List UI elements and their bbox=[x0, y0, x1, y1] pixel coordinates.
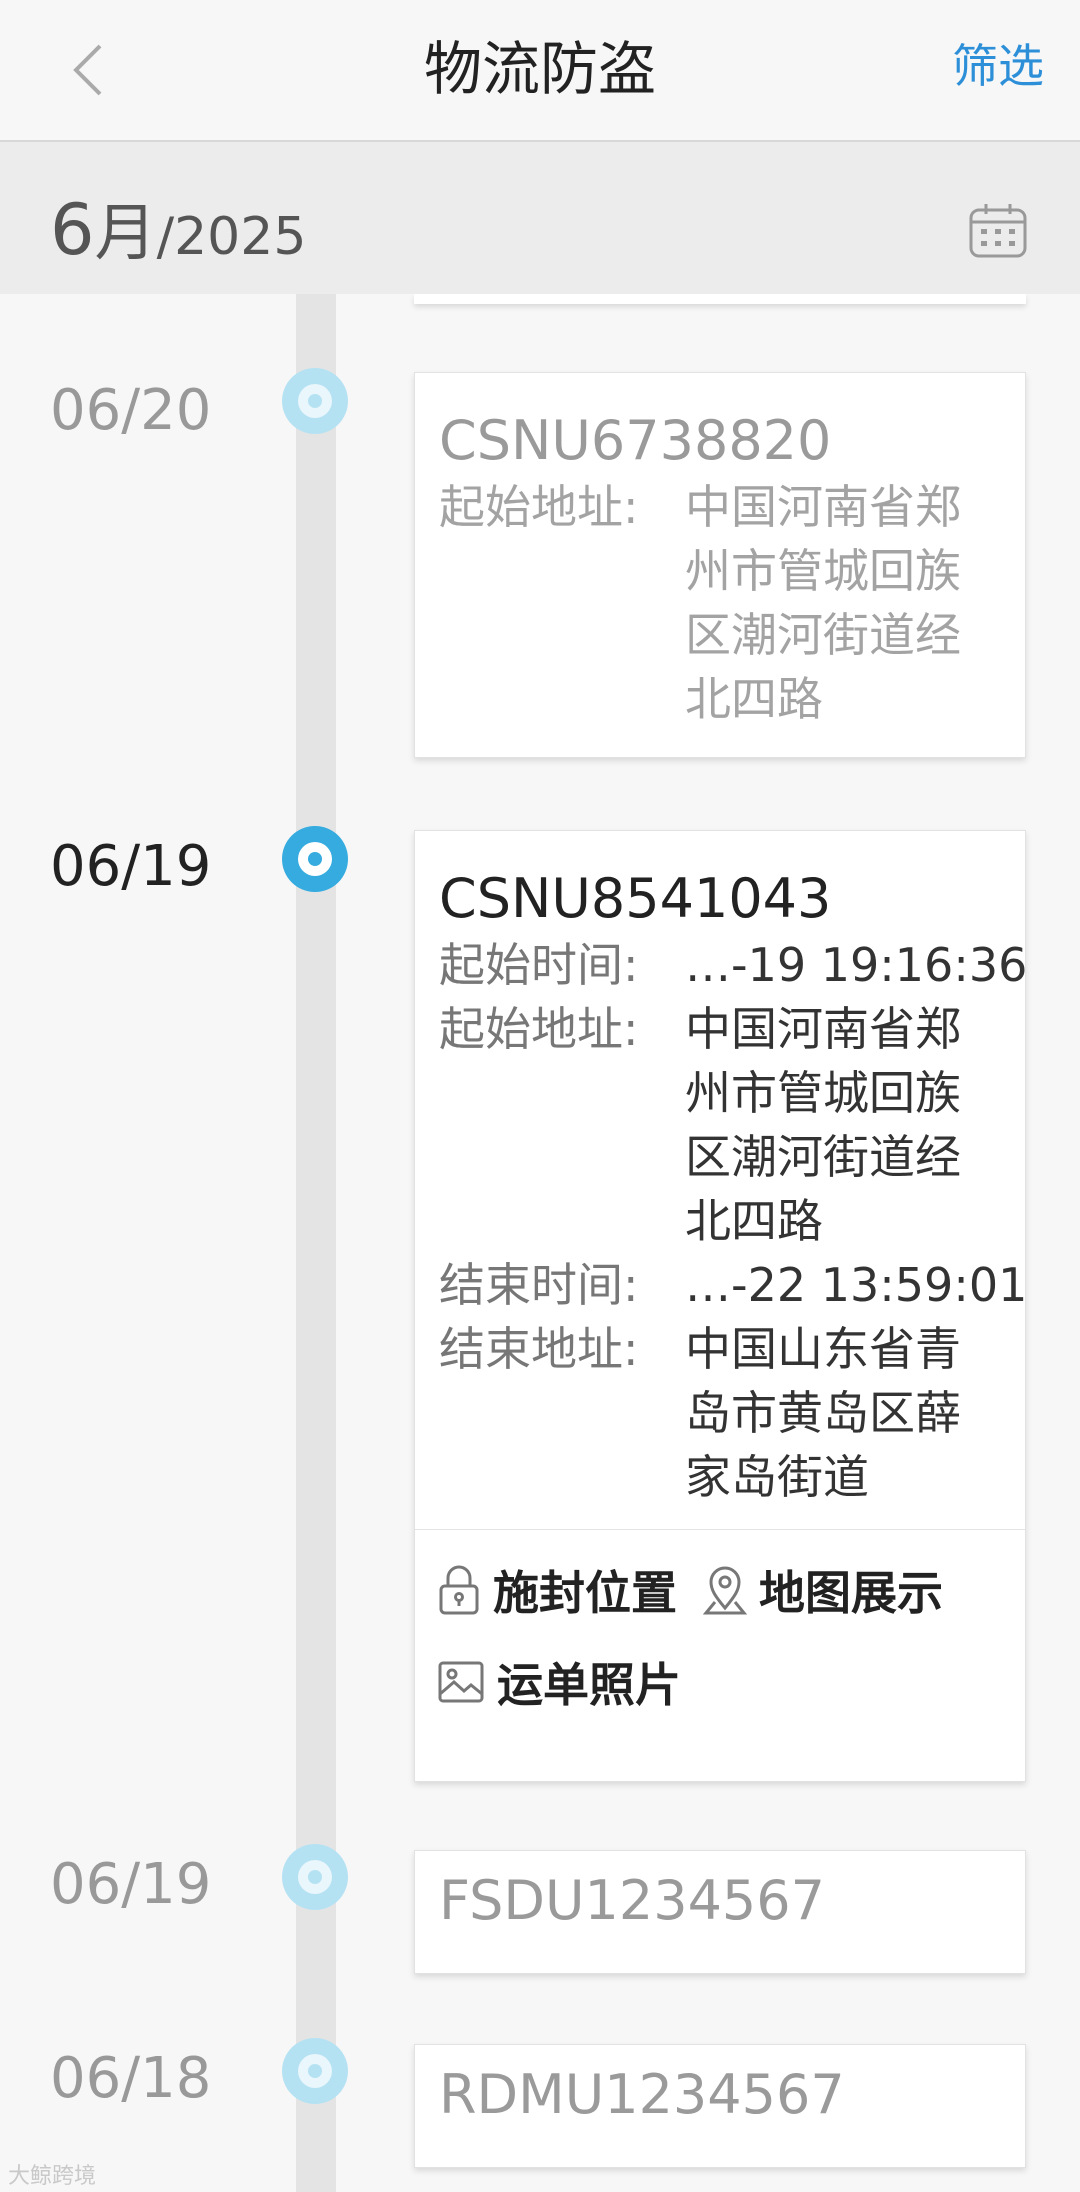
watermark: 大鲸跨境 bbox=[8, 2164, 97, 2189]
start-address-value: 中国河南省郑州市管城回族区潮河街道经北四路 bbox=[685, 1002, 961, 1248]
top-bar: 物流防盗 筛选 bbox=[0, 0, 1080, 142]
calendar-icon bbox=[969, 204, 1027, 258]
container-id: RDMU1234567 bbox=[439, 2063, 845, 2126]
waybill-photo-button[interactable]: 运单照片 bbox=[437, 1649, 681, 1715]
start-address-label: 起始地址: bbox=[439, 480, 639, 534]
filter-button[interactable]: 筛选 bbox=[952, 30, 1044, 96]
end-time-row: 结束时间: …-22 13:59:01 bbox=[415, 1253, 1028, 1317]
image-icon bbox=[438, 1661, 484, 1703]
start-time-row: 起始时间: …-19 19:16:36 bbox=[415, 933, 1028, 997]
container-id: CSNU6738820 bbox=[439, 409, 832, 472]
entry-date: 06/19 bbox=[50, 834, 212, 899]
start-time-value: …-19 19:16:36 bbox=[685, 938, 1028, 992]
timeline-dot bbox=[282, 1844, 348, 1910]
start-address-row: 起始地址: 中国河南省郑州市管城回族区潮河街道经北四路 bbox=[415, 997, 1025, 1253]
timeline-dot bbox=[282, 2038, 348, 2104]
container-id: FSDU1234567 bbox=[439, 1869, 825, 1932]
timeline-dot-active bbox=[282, 826, 348, 892]
start-address-row: 起始地址: 中国河南省郑州市管城回族区潮河街道经北四路 bbox=[415, 475, 1025, 731]
end-time-value: …-22 13:59:01 bbox=[685, 1258, 1028, 1312]
start-address-label: 起始地址: bbox=[439, 1002, 639, 1056]
shipment-card[interactable]: RDMU1234567 bbox=[414, 2044, 1026, 2168]
entry-date: 06/20 bbox=[50, 378, 212, 443]
page-title: 物流防盗 bbox=[423, 35, 656, 103]
map-display-label: 地图展示 bbox=[759, 1566, 943, 1620]
shipment-card[interactable]: FSDU1234567 bbox=[414, 1850, 1026, 1974]
end-address-value: 中国山东省青岛市黄岛区薛家岛街道 bbox=[685, 1322, 961, 1504]
card-actions: 施封位置 地图展示 运单照片 bbox=[415, 1529, 1025, 1746]
end-time-label: 结束时间: bbox=[439, 1258, 639, 1312]
month-number: 6 bbox=[50, 189, 95, 271]
timeline-dot bbox=[282, 368, 348, 434]
shipment-card[interactable]: CSNU6738820 起始地址: 中国河南省郑州市管城回族区潮河街道经北四路 bbox=[414, 372, 1026, 758]
entry-date: 06/19 bbox=[50, 1852, 212, 1917]
entry-date: 06/18 bbox=[50, 2046, 212, 2111]
previous-card-edge bbox=[414, 294, 1026, 304]
shipment-card-expanded[interactable]: CSNU8541043 起始时间: …-19 19:16:36 起始地址: 中国… bbox=[414, 830, 1028, 1782]
waybill-photo-label: 运单照片 bbox=[497, 1658, 681, 1712]
timeline[interactable]: 06/20 CSNU6738820 起始地址: 中国河南省郑州市管城回族区潮河街… bbox=[0, 294, 1080, 2192]
start-time-label: 起始时间: bbox=[439, 938, 639, 992]
year-label: /2025 bbox=[156, 207, 307, 267]
start-address-value: 中国河南省郑州市管城回族区潮河街道经北四路 bbox=[685, 480, 961, 726]
month-unit: 月 bbox=[94, 196, 157, 269]
container-id: CSNU8541043 bbox=[439, 867, 832, 930]
lock-icon bbox=[439, 1565, 479, 1615]
seal-location-button[interactable]: 施封位置 bbox=[437, 1557, 677, 1623]
calendar-button[interactable] bbox=[968, 202, 1028, 260]
map-display-button[interactable]: 地图展示 bbox=[703, 1557, 943, 1623]
month-selector[interactable]: 6月/2025 bbox=[50, 182, 306, 272]
end-address-label: 结束地址: bbox=[439, 1322, 639, 1376]
seal-location-label: 施封位置 bbox=[493, 1566, 677, 1620]
end-address-row: 结束地址: 中国山东省青岛市黄岛区薛家岛街道 bbox=[415, 1317, 1025, 1509]
month-bar: 6月/2025 bbox=[0, 142, 1080, 294]
map-pin-icon bbox=[703, 1566, 747, 1615]
